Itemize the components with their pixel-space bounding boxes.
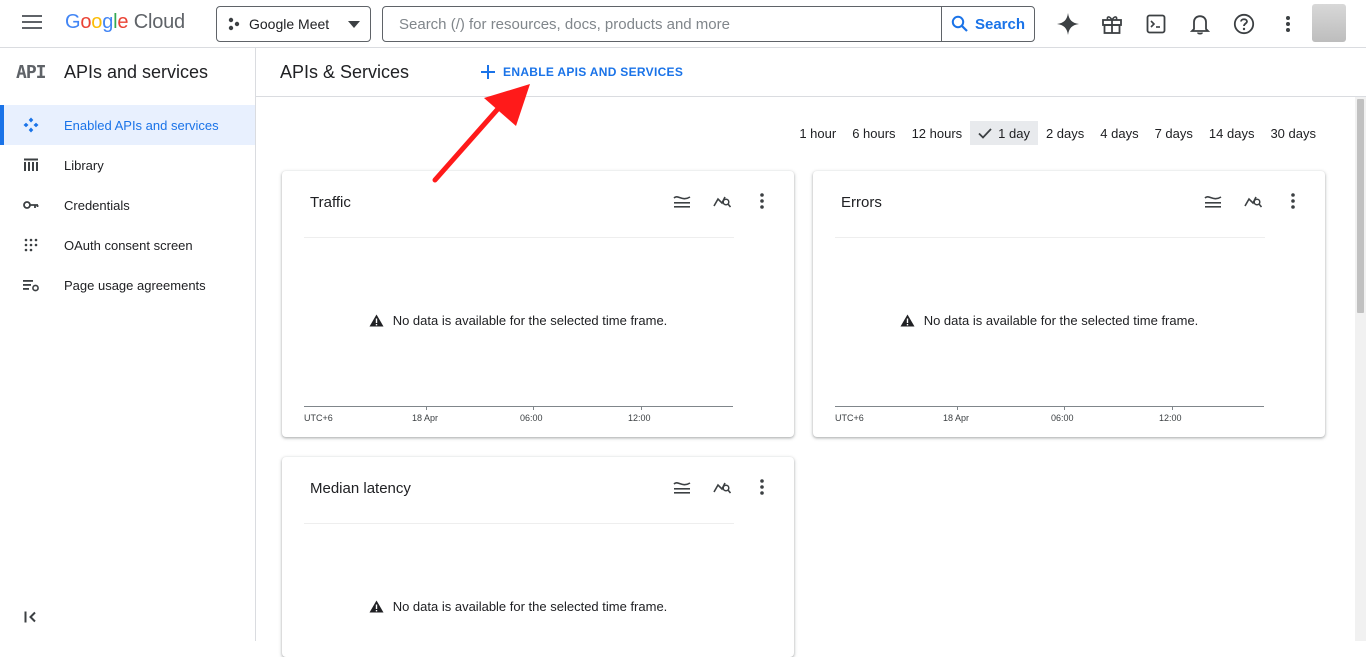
card-title: Errors: [841, 194, 882, 211]
no-data-message: No data is available for the selected ti…: [282, 313, 754, 328]
axis-label-timezone: UTC+6: [835, 413, 864, 423]
time-range-selector: 1 hour 6 hours 12 hours 1 day 2 days 4 d…: [791, 121, 1324, 145]
sidebar: API APIs and services Enabled APIs and s…: [0, 48, 256, 641]
notifications-bell-icon[interactable]: [1187, 11, 1213, 37]
top-bar: Google Cloud Google Meet Search: [0, 0, 1366, 48]
gift-icon[interactable]: [1099, 11, 1125, 37]
settings-list-icon: [0, 278, 64, 292]
sidebar-header: API APIs and services: [0, 48, 255, 97]
sidebar-item-credentials[interactable]: Credentials: [0, 185, 255, 225]
project-picker[interactable]: Google Meet: [216, 6, 371, 42]
api-icon: API: [16, 62, 47, 83]
card-divider: [304, 523, 734, 524]
terminal-icon[interactable]: [1143, 11, 1169, 37]
explore-chart-icon[interactable]: [712, 191, 732, 211]
time-range-1-hour[interactable]: 1 hour: [791, 121, 844, 145]
chart-x-axis: [835, 406, 1264, 407]
search-bar: Search: [382, 6, 1035, 42]
axis-label-time: 06:00: [520, 413, 543, 423]
library-icon: [0, 158, 64, 172]
hamburger-menu-icon[interactable]: [22, 14, 44, 34]
annotation-arrow: [426, 78, 536, 186]
axis-label-date: 18 Apr: [943, 413, 970, 423]
axis-tick: [1064, 406, 1065, 410]
errors-card: Errors No data is available for the sele…: [813, 171, 1325, 437]
key-icon: [0, 200, 64, 210]
sidebar-item-library[interactable]: Library: [0, 145, 255, 185]
warning-icon: [369, 314, 384, 327]
explore-chart-icon[interactable]: [712, 477, 732, 497]
traffic-card: Traffic No data is available for the sel…: [282, 171, 794, 437]
legend-toggle-icon[interactable]: [672, 191, 692, 211]
time-range-1-day[interactable]: 1 day: [970, 121, 1038, 145]
time-range-4-days[interactable]: 4 days: [1092, 121, 1146, 145]
sidebar-title: APIs and services: [64, 62, 209, 82]
main-header: APIs & Services ENABLE APIS AND SERVICES: [256, 48, 1366, 97]
project-dots-icon: [227, 17, 241, 31]
sidebar-item-page-usage-agreements[interactable]: Page usage agreements: [0, 265, 255, 305]
card-title: Traffic: [310, 194, 351, 211]
axis-tick: [957, 406, 958, 410]
account-avatar[interactable]: [1312, 4, 1346, 42]
axis-label-time: 12:00: [628, 413, 651, 423]
search-input[interactable]: [383, 7, 941, 41]
dropdown-arrow-icon: [348, 20, 360, 28]
axis-label-time: 06:00: [1051, 413, 1074, 423]
search-icon: [951, 15, 969, 33]
axis-label-time: 12:00: [1159, 413, 1182, 423]
warning-icon: [369, 600, 384, 613]
project-name: Google Meet: [249, 16, 330, 32]
axis-tick: [426, 406, 427, 410]
search-button[interactable]: Search: [941, 7, 1034, 41]
time-range-30-days[interactable]: 30 days: [1262, 121, 1324, 145]
check-icon: [978, 127, 992, 139]
enabled-apis-icon: [0, 117, 64, 133]
no-data-message: No data is available for the selected ti…: [813, 313, 1285, 328]
card-actions: [672, 191, 772, 211]
sidebar-item-oauth-consent[interactable]: OAuth consent screen: [0, 225, 255, 265]
axis-label-timezone: UTC+6: [304, 413, 333, 423]
time-range-2-days[interactable]: 2 days: [1038, 121, 1092, 145]
legend-toggle-icon[interactable]: [1203, 191, 1223, 211]
axis-label-date: 18 Apr: [412, 413, 439, 423]
card-actions: [1203, 191, 1303, 211]
time-range-14-days[interactable]: 14 days: [1201, 121, 1263, 145]
no-data-message: No data is available for the selected ti…: [282, 599, 754, 614]
more-vert-icon[interactable]: [752, 477, 772, 497]
axis-tick: [533, 406, 534, 410]
page-title: APIs & Services: [280, 61, 410, 82]
plus-icon: [481, 65, 496, 79]
card-title: Median latency: [310, 480, 411, 497]
time-range-7-days[interactable]: 7 days: [1147, 121, 1201, 145]
axis-tick: [1172, 406, 1173, 410]
scrollbar-thumb[interactable]: [1357, 99, 1364, 313]
card-divider: [304, 237, 734, 238]
axis-tick: [641, 406, 642, 410]
collapse-sidebar-icon[interactable]: [24, 611, 38, 623]
search-button-label: Search: [974, 15, 1026, 33]
sidebar-item-enabled-apis[interactable]: Enabled APIs and services: [0, 105, 255, 145]
chart-x-axis: [304, 406, 733, 407]
google-cloud-logo[interactable]: Google Cloud: [65, 11, 185, 34]
oauth-icon: [0, 238, 64, 252]
more-vert-icon[interactable]: [1283, 191, 1303, 211]
warning-icon: [900, 314, 915, 327]
more-vert-icon[interactable]: [752, 191, 772, 211]
card-actions: [672, 477, 772, 497]
card-divider: [835, 237, 1265, 238]
median-latency-card: Median latency No data is available for …: [282, 457, 794, 657]
sidebar-nav: Enabled APIs and services Library Creden…: [0, 105, 255, 305]
time-range-6-hours[interactable]: 6 hours: [844, 121, 903, 145]
help-icon[interactable]: [1231, 11, 1257, 37]
time-range-12-hours[interactable]: 12 hours: [904, 121, 971, 145]
explore-chart-icon[interactable]: [1243, 191, 1263, 211]
enable-apis-label: ENABLE APIS AND SERVICES: [503, 65, 684, 79]
gemini-icon[interactable]: [1055, 11, 1081, 37]
more-vert-icon[interactable]: [1275, 11, 1301, 37]
vertical-scrollbar[interactable]: [1355, 97, 1366, 641]
main-content: APIs & Services ENABLE APIS AND SERVICES…: [256, 48, 1366, 657]
legend-toggle-icon[interactable]: [672, 477, 692, 497]
